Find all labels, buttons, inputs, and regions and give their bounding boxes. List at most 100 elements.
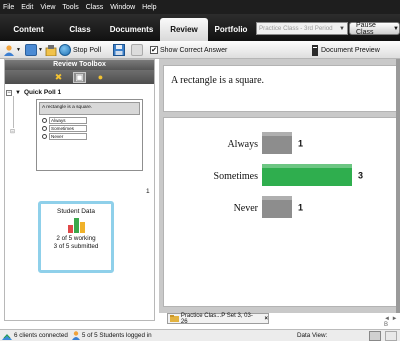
show-correct-answer-checkbox[interactable]: ✔ <box>150 46 158 54</box>
results-chart: Always 1 Sometimes 3 Never 1 <box>163 117 397 307</box>
page-count: 1 <box>146 188 150 195</box>
poll-thumbnail[interactable]: A rectangle is a square. Always Sometime… <box>36 99 143 171</box>
question-box: A rectangle is a square. <box>163 65 397 112</box>
review-workspace: A rectangle is a square. Always 1 Sometime… <box>159 59 400 313</box>
pause-class-label: Pause Class <box>356 21 376 36</box>
document-tab[interactable]: Practice Clas...P Set 3, 03-26 × <box>167 312 269 325</box>
menu-bar: File Edit View Tools Class Window Help <box>0 0 400 14</box>
working-count: 2 of 5 working <box>56 235 96 242</box>
stop-poll-button[interactable]: Stop Poll <box>59 43 101 57</box>
folder-icon <box>170 315 179 322</box>
menu-view[interactable]: View <box>40 4 55 11</box>
students-icon[interactable]: ● <box>94 72 107 83</box>
tab-review[interactable]: Review <box>160 18 208 41</box>
thumbnail-question: A rectangle is a square. <box>39 102 140 115</box>
chevron-down-icon: ▼ <box>16 47 21 53</box>
show-correct-answer-toggle[interactable]: ✔ Show Correct Answer <box>150 43 227 57</box>
thumbnail-option: Sometimes <box>42 125 142 132</box>
poll-tree-item[interactable]: − ▼ Quick Poll 1 <box>5 89 61 96</box>
grid-button[interactable] <box>131 43 143 57</box>
menu-tools[interactable]: Tools <box>62 4 78 11</box>
results-bar-chart: Always 1 Sometimes 3 Never 1 <box>214 132 363 218</box>
class-select-value: Practice Class - 3rd Period <box>259 25 333 32</box>
submitted-count: 3 of 5 submitted <box>53 243 99 250</box>
student-data-card[interactable]: Student Data 2 of 5 working 3 of 5 submi… <box>38 201 114 273</box>
radio-icon <box>42 126 47 131</box>
collapse-icon[interactable]: − <box>6 89 12 96</box>
collect-button[interactable] <box>45 43 57 57</box>
question-text: A rectangle is a square. <box>171 75 265 86</box>
menu-class[interactable]: Class <box>86 4 104 11</box>
category-label-always: Always <box>227 139 258 150</box>
student-data-title: Student Data <box>57 208 95 215</box>
bar-highlight-sometimes <box>262 164 352 168</box>
menu-file[interactable]: File <box>3 4 14 11</box>
caret-down-icon: ▼ <box>15 89 21 96</box>
category-label-never: Never <box>234 203 259 214</box>
data-view-table-button[interactable] <box>385 331 397 341</box>
bar-highlight-always <box>262 132 292 136</box>
tree-connector <box>13 96 14 128</box>
poll-title: Quick Poll 1 <box>23 89 62 96</box>
bar-highlight-never <box>262 196 292 200</box>
users-icon <box>4 45 14 56</box>
student-icon <box>71 331 80 340</box>
thumbnail-option-label: Never <box>49 133 87 140</box>
stop-poll-label: Stop Poll <box>73 46 102 54</box>
show-correct-answer-label: Show Correct Answer <box>160 46 228 54</box>
save-button[interactable] <box>113 43 125 57</box>
bar-chart-icon <box>67 218 85 233</box>
tab-class[interactable]: Class <box>57 18 103 41</box>
data-view-label: Data View: <box>297 332 328 339</box>
thumbnail-option: Never <box>42 133 142 140</box>
chevron-down-icon: ▼ <box>339 25 345 32</box>
tab-content[interactable]: Content <box>0 18 57 41</box>
review-toolbox-icon-bar: ✖ ▣ ● <box>5 70 154 84</box>
review-toolbox-body: − ▼ Quick Poll 1 ⊟ A rectangle is a squa… <box>5 84 154 320</box>
stop-poll-icon <box>59 44 71 56</box>
connection-icon <box>2 333 12 340</box>
review-toolbox-panel: Review Toolbox ✖ ▣ ● − ▼ Quick Poll 1 ⊟ … <box>4 59 155 321</box>
tab-documents[interactable]: Documents <box>103 18 160 41</box>
category-label-sometimes: Sometimes <box>214 171 259 182</box>
save-icon <box>113 44 125 56</box>
menu-help[interactable]: Help <box>142 4 156 11</box>
students-logged-in: 5 of 5 Students logged in <box>81 332 152 339</box>
screen-menu-button[interactable]: ▼ <box>25 43 43 57</box>
thumbnail-option-label: Always <box>49 117 87 124</box>
menu-edit[interactable]: Edit <box>21 4 33 11</box>
radio-icon <box>42 134 47 139</box>
page-navigation[interactable]: ◄ ► B <box>384 316 400 328</box>
users-menu-button[interactable]: ▼ <box>3 43 21 57</box>
value-label-sometimes: 3 <box>358 171 363 181</box>
chevron-down-icon: ▼ <box>393 25 399 32</box>
collapse-icon[interactable]: ⊟ <box>10 128 15 135</box>
class-select[interactable]: Practice Class - 3rd Period ▼ <box>256 22 348 35</box>
radio-icon <box>42 118 47 123</box>
document-preview-button[interactable]: Document Preview <box>312 43 380 57</box>
document-preview-label: Document Preview <box>321 46 380 54</box>
clients-connected: 6 clients connected <box>14 332 68 339</box>
data-view-chart-button[interactable] <box>369 331 381 341</box>
document-icon <box>312 44 318 56</box>
review-toolbox-title: Review Toolbox <box>5 60 154 70</box>
value-label-always: 1 <box>298 139 303 149</box>
menu-window[interactable]: Window <box>110 4 135 11</box>
document-tab-label: Practice Clas...P Set 3, 03-26 <box>180 312 253 325</box>
thumbnail-option-label: Sometimes <box>49 125 87 132</box>
screen-icon <box>25 44 37 56</box>
pause-class-button[interactable]: Pause Class ▼ <box>349 21 400 36</box>
collect-icon <box>45 45 57 56</box>
value-label-never: 1 <box>298 203 303 213</box>
status-bar: 6 clients connected 5 of 5 Students logg… <box>0 329 400 341</box>
thumbnail-option: Always <box>42 117 142 124</box>
view-icon[interactable]: ▣ <box>73 71 86 83</box>
chevron-down-icon: ▼ <box>38 47 43 53</box>
vertical-scrollbar[interactable] <box>396 59 400 313</box>
review-toolbar: ▼ ▼ Stop Poll ✔ Show Correct Answer Docu… <box>0 41 400 59</box>
tab-portfolio[interactable]: Portfolio <box>208 18 254 41</box>
tools-icon[interactable]: ✖ <box>52 72 65 83</box>
grid-icon <box>131 44 143 56</box>
workspace-tab-bar: Content Class Documents Review Portfolio… <box>0 14 400 41</box>
close-icon[interactable]: × <box>264 316 268 322</box>
